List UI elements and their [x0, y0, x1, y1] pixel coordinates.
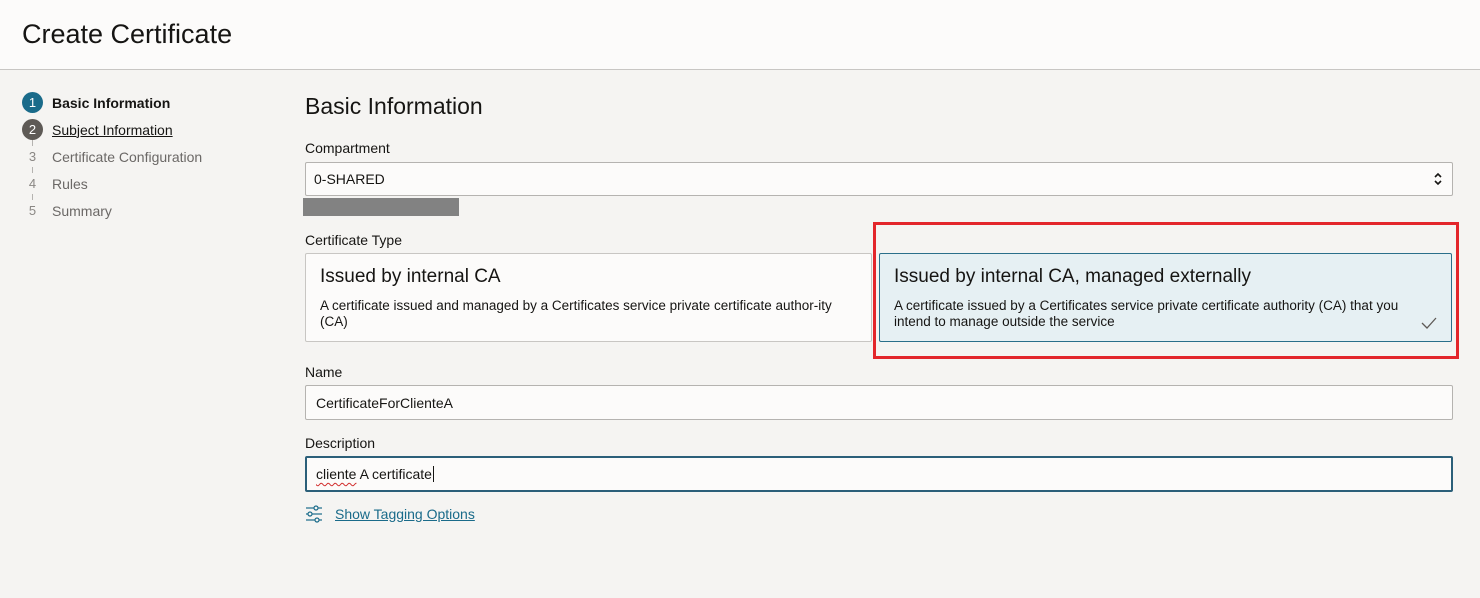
step-label: Certificate Configuration	[52, 148, 203, 165]
page-header: Create Certificate	[0, 0, 1480, 70]
name-value: CertificateForClienteA	[316, 394, 453, 411]
description-label: Description	[305, 435, 376, 451]
step-number: 5	[28, 203, 37, 218]
text-caret	[432, 466, 434, 482]
card-description: A certificate issued and managed by a Ce…	[320, 298, 832, 329]
wizard-steps: 1 Basic Information 2 Subject Informatio…	[22, 89, 262, 224]
step-connector	[32, 167, 33, 173]
step-number: 2	[22, 119, 43, 140]
card-description: A certificate issued by a Certificates s…	[894, 298, 1399, 329]
misspelled-word: cliente	[316, 466, 357, 482]
compartment-value: 0-SHARED	[314, 171, 385, 187]
step-number: 3	[28, 149, 37, 164]
step-rules: 4 Rules	[22, 167, 262, 197]
step-subject-information[interactable]: 2 Subject Information	[22, 116, 262, 143]
card-title: Issued by internal CA, managed externall…	[894, 266, 1251, 287]
step-connector	[32, 194, 33, 200]
redacted-block	[303, 198, 459, 216]
cert-type-option-internal-ca[interactable]: Issued by internal CA A certificate issu…	[305, 253, 872, 342]
compartment-label: Compartment	[305, 140, 390, 156]
step-label: Basic Information	[52, 94, 171, 111]
tagging-link-text: Show Tagging Options	[335, 506, 475, 522]
card-title: Issued by internal CA	[320, 266, 501, 287]
checkmark-icon	[1421, 317, 1437, 329]
description-input[interactable]: cliente A certificate	[305, 456, 1453, 492]
step-label: Rules	[52, 175, 88, 192]
section-title: Basic Information	[305, 93, 483, 119]
description-value: cliente A certificate	[316, 466, 432, 482]
sliders-icon	[306, 505, 322, 523]
step-basic-information[interactable]: 1 Basic Information	[22, 89, 262, 116]
step-label: Summary	[52, 202, 112, 219]
step-number: 4	[28, 176, 37, 191]
step-summary: 5 Summary	[22, 194, 262, 224]
name-input[interactable]: CertificateForClienteA	[305, 385, 1453, 420]
chevron-up-down-icon	[1434, 172, 1442, 186]
step-certificate-configuration: 3 Certificate Configuration	[22, 140, 262, 170]
certificate-type-label: Certificate Type	[305, 232, 403, 248]
page-title: Create Certificate	[22, 19, 233, 49]
name-label: Name	[305, 364, 343, 380]
description-rest: A certificate	[356, 466, 432, 482]
show-tagging-options-link[interactable]: Show Tagging Options	[305, 505, 475, 523]
compartment-select[interactable]: 0-SHARED	[305, 162, 1453, 196]
cert-type-option-internal-ca-managed-externally[interactable]: Issued by internal CA, managed externall…	[879, 253, 1452, 342]
step-label[interactable]: Subject Information	[52, 122, 173, 138]
step-number: 1	[22, 92, 43, 113]
step-connector	[32, 140, 33, 146]
